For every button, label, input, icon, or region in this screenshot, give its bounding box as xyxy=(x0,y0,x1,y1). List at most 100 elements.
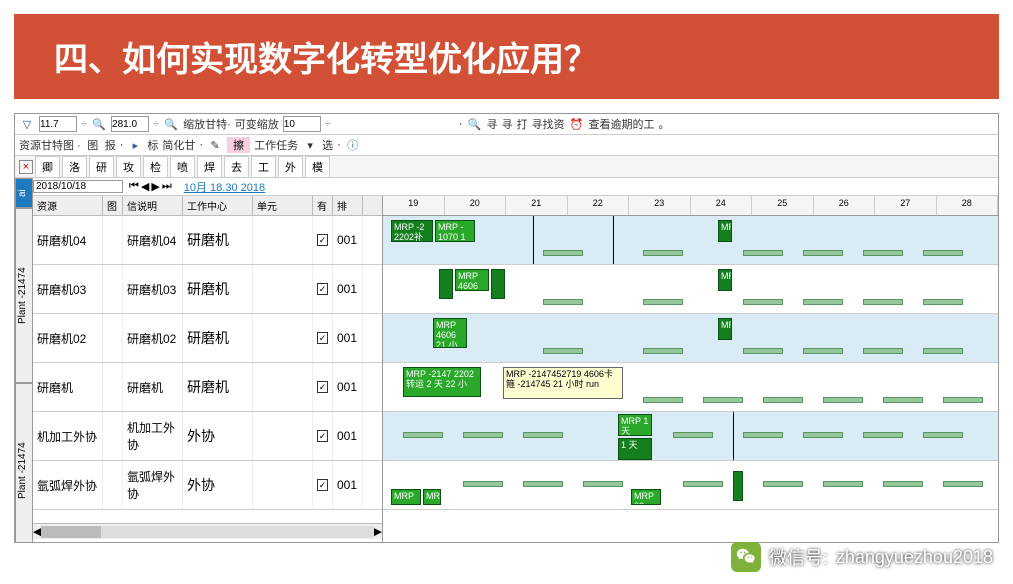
var-zoom-input[interactable] xyxy=(283,116,321,132)
search-icon-2[interactable]: 🔍 xyxy=(163,116,179,132)
col-unit[interactable]: 单元 xyxy=(253,196,313,215)
tab-10[interactable]: 模 xyxy=(305,156,330,177)
task-stub[interactable] xyxy=(543,250,583,256)
task-stub[interactable] xyxy=(823,481,863,487)
task-stub[interactable] xyxy=(743,432,783,438)
task-stub[interactable] xyxy=(643,348,683,354)
task-box[interactable]: MRP -2147452719 4606卡箍 -214745 21 小时 run xyxy=(503,367,623,399)
task-bar[interactable]: MRP xyxy=(423,489,441,505)
tab-7[interactable]: 去 xyxy=(224,156,249,177)
col-seq[interactable]: 排 xyxy=(333,196,363,215)
flag-label[interactable]: 标 xyxy=(147,137,158,153)
date-first-icon[interactable]: ⏮ xyxy=(129,180,139,193)
task-bar[interactable]: MRP 1 天 xyxy=(618,414,652,436)
table-row[interactable]: 机加工外协 机加工外协 外协 ✓ 001 xyxy=(33,412,382,461)
task-stub[interactable] xyxy=(643,299,683,305)
task-bar[interactable] xyxy=(439,269,453,299)
task-stub[interactable] xyxy=(763,481,803,487)
task-stub[interactable] xyxy=(923,299,963,305)
chevron-down-icon[interactable]: ▾ xyxy=(302,137,318,153)
task-bar[interactable]: MRP - 1070 1 天 r xyxy=(435,220,475,242)
checkbox-icon[interactable]: ✓ xyxy=(317,283,328,295)
checkbox-icon[interactable]: ✓ xyxy=(317,479,328,491)
task-stub[interactable] xyxy=(803,250,843,256)
search-icon-1[interactable]: 🔍 xyxy=(91,116,107,132)
task-stub[interactable] xyxy=(943,397,983,403)
task-stub[interactable] xyxy=(463,432,503,438)
report-label[interactable]: 报 xyxy=(105,137,116,153)
tab-2[interactable]: 研 xyxy=(89,156,114,177)
tab-1[interactable]: 洛 xyxy=(62,156,87,177)
checkbox-icon[interactable]: ✓ xyxy=(317,381,328,393)
zoom-gantt-label[interactable]: 缩放甘特· xyxy=(183,116,231,132)
task-stub[interactable] xyxy=(523,481,563,487)
table-row[interactable]: 研磨机04 研磨机04 研磨机 ✓ 001 xyxy=(33,216,382,265)
col-work-center[interactable]: 工作中心 xyxy=(183,196,253,215)
task-stub[interactable] xyxy=(763,397,803,403)
checkbox-icon[interactable]: ✓ xyxy=(317,332,328,344)
task-stub[interactable] xyxy=(583,481,623,487)
print-label[interactable]: 打 xyxy=(516,116,527,132)
chart-icon[interactable]: 图 xyxy=(85,137,101,153)
col-image[interactable]: 图 xyxy=(103,196,123,215)
task-bar[interactable]: MRP 03 xyxy=(631,489,661,505)
task-stub[interactable] xyxy=(463,481,503,487)
task-stub[interactable] xyxy=(823,397,863,403)
task-bar[interactable]: MR xyxy=(718,220,732,242)
table-row[interactable]: 研磨机02 研磨机02 研磨机 ✓ 001 xyxy=(33,314,382,363)
tab-4[interactable]: 检 xyxy=(143,156,168,177)
task-bar[interactable]: MR xyxy=(718,269,732,291)
task-stub[interactable] xyxy=(683,481,723,487)
checkbox-icon[interactable]: ✓ xyxy=(317,234,328,246)
task-stub[interactable] xyxy=(643,250,683,256)
task-stub[interactable] xyxy=(923,432,963,438)
task-bar[interactable]: MR xyxy=(718,318,732,340)
task-stub[interactable] xyxy=(403,432,443,438)
date-link[interactable]: 10月 18.30 2018 xyxy=(184,179,265,195)
task-stub[interactable] xyxy=(743,299,783,305)
task-stub[interactable] xyxy=(803,432,843,438)
date-next-icon[interactable]: ▶ xyxy=(151,180,159,193)
table-row[interactable]: 氩弧焊外协 氩弧焊外协 外协 ✓ 001 xyxy=(33,461,382,510)
vtab-1[interactable]: Plant -21474 xyxy=(15,208,33,383)
task-stub[interactable] xyxy=(943,481,983,487)
tab-6[interactable]: 焊 xyxy=(197,156,222,177)
clock-icon[interactable]: ⏰ xyxy=(568,116,584,132)
task-stub[interactable] xyxy=(863,299,903,305)
simple-gantt-label[interactable]: 简化甘 xyxy=(162,137,195,153)
search-icon-3[interactable]: 🔍 xyxy=(466,116,482,132)
col-desc[interactable]: 信说明 xyxy=(123,196,183,215)
task-stub[interactable] xyxy=(883,397,923,403)
task-stub[interactable] xyxy=(863,432,903,438)
overdue-label[interactable]: 查看逾期的工 xyxy=(588,116,654,132)
task-bar[interactable]: 1 天 xyxy=(618,438,652,460)
task-stub[interactable] xyxy=(673,432,713,438)
table-row[interactable]: 研磨机 研磨机 研磨机 ✓ 001 xyxy=(33,363,382,412)
task-stub[interactable] xyxy=(803,299,843,305)
task-stub[interactable] xyxy=(643,397,683,403)
find2-label[interactable]: 寻 xyxy=(501,116,512,132)
task-stub[interactable] xyxy=(923,250,963,256)
task-bar[interactable]: MRP 4606 21 小 xyxy=(433,318,467,348)
table-row[interactable]: 研磨机03 研磨机03 研磨机 ✓ 001 xyxy=(33,265,382,314)
task-stub[interactable] xyxy=(703,397,743,403)
vtab-0[interactable]: ai xyxy=(15,178,33,208)
task-stub[interactable] xyxy=(883,481,923,487)
filter-icon[interactable]: ▽ xyxy=(19,116,35,132)
task-bar[interactable]: MRP -2147 2202转运 2 天 22 小 xyxy=(403,367,481,397)
tab-9[interactable]: 外 xyxy=(278,156,303,177)
find-label[interactable]: 寻 xyxy=(486,116,497,132)
select-label[interactable]: 选 xyxy=(322,137,333,153)
task-bar[interactable] xyxy=(491,269,505,299)
edit-icon[interactable]: ✎ xyxy=(207,137,223,153)
task-stub[interactable] xyxy=(743,348,783,354)
zoom-input-1[interactable] xyxy=(39,116,77,132)
task-bar[interactable]: MRP xyxy=(391,489,421,505)
tab-5[interactable]: 喷 xyxy=(170,156,195,177)
tab-3[interactable]: 攻 xyxy=(116,156,141,177)
eraser-button[interactable]: 擦 xyxy=(227,137,250,153)
res-gantt-label[interactable]: 资源甘特图 · xyxy=(19,137,81,153)
zoom-input-2[interactable] xyxy=(111,116,149,132)
task-stub[interactable] xyxy=(543,348,583,354)
find-res-label[interactable]: 寻找资 xyxy=(531,116,564,132)
